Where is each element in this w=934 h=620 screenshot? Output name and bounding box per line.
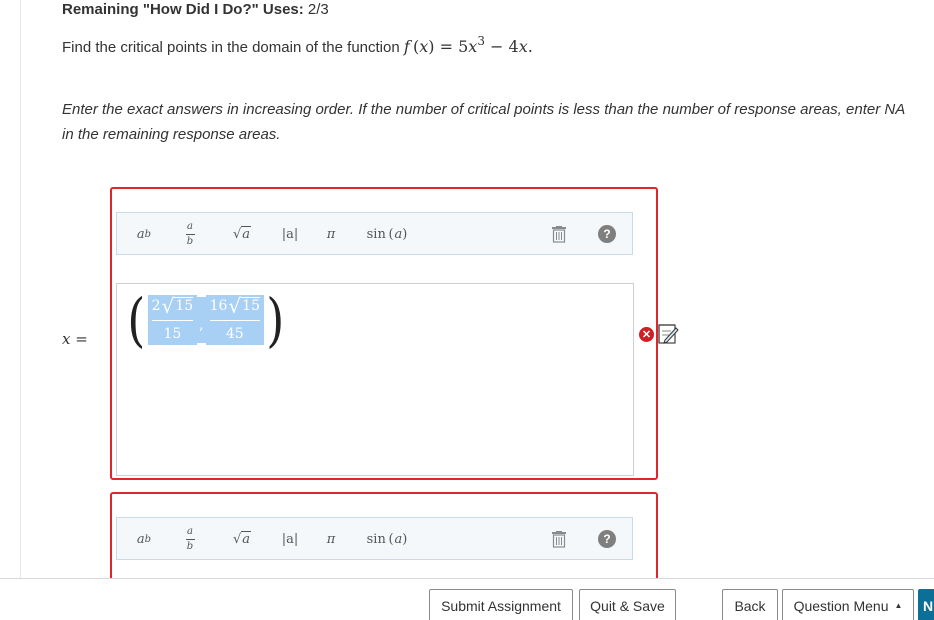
math-toolbar: ab a b √ a |a| π sin (a) ? — [116, 517, 633, 560]
answer-variable: x — [62, 330, 71, 348]
answer-expression: ( 2 √ 15 15 , 16 √ 15 45 ) — [125, 288, 287, 352]
instructions-text: Enter the exact answers in increasing or… — [62, 101, 905, 143]
sqrt-argument: a — [241, 226, 252, 242]
sin-argument: a — [394, 531, 403, 547]
exponent-base: a — [136, 531, 145, 547]
answer-input[interactable]: ( 2 √ 15 15 , 16 √ 15 45 ) — [116, 283, 634, 476]
remaining-uses-label: Remaining "How Did I Do?" Uses: — [62, 1, 304, 18]
response-area-2: ab a b √ a |a| π sin (a) ? — [110, 492, 658, 592]
trash-icon[interactable] — [547, 523, 571, 555]
sin-label: sin — [366, 226, 386, 242]
fraction-bar — [185, 538, 195, 540]
quit-and-save-button[interactable]: Quit & Save — [579, 589, 676, 620]
trash-icon[interactable] — [547, 218, 571, 250]
coefficient-2: 4 — [508, 37, 519, 56]
coefficient-1: 5 — [458, 37, 469, 56]
pi-button[interactable]: π — [316, 218, 346, 250]
fraction-bar — [185, 233, 195, 235]
answer-separator: , — [197, 297, 206, 343]
radical-icon: √ — [228, 294, 242, 318]
fraction-button[interactable]: a b — [175, 523, 205, 555]
help-button[interactable]: ? — [593, 523, 621, 555]
caret-up-icon: ▲ — [894, 601, 903, 610]
fraction-1-coefficient: 2 — [151, 298, 161, 314]
fraction-2-numerator: 16 √ 15 — [209, 294, 260, 318]
answer-label: x = — [62, 330, 88, 348]
fraction-numerator: a — [187, 220, 193, 232]
sqrt-argument: a — [241, 531, 252, 547]
submit-assignment-button[interactable]: Submit Assignment — [429, 589, 573, 620]
function-name: f — [403, 37, 410, 56]
sqrt-button[interactable]: √ a — [222, 218, 262, 250]
left-paren: ( — [127, 286, 146, 354]
sqrt-button[interactable]: √ a — [222, 523, 262, 555]
fraction-numerator: a — [187, 525, 193, 537]
sin-argument: a — [394, 226, 403, 242]
next-button[interactable]: N — [918, 589, 934, 620]
help-button[interactable]: ? — [593, 218, 621, 250]
fraction-2-bar — [209, 320, 260, 321]
footer-bar: Submit Assignment Quit & Save Back Quest… — [0, 578, 934, 620]
answer-fraction-1: 2 √ 15 15 — [147, 294, 198, 345]
help-icon: ? — [598, 530, 616, 548]
pi-button[interactable]: π — [316, 523, 346, 555]
function-variable: x — [419, 37, 429, 56]
absolute-value-button[interactable]: |a| — [272, 218, 308, 250]
radical-icon: √ — [161, 294, 175, 318]
response-area-1: ab a b √ a |a| π sin (a) ? (2 √ 15 15 ,… — [110, 187, 658, 480]
fraction-denominator: b — [186, 235, 194, 247]
back-button[interactable]: Back — [722, 589, 778, 620]
radical-icon: √ — [232, 531, 242, 547]
sin-label: sin — [366, 531, 386, 547]
exponent-power: b — [144, 228, 152, 240]
fraction-2-radicand: 15 — [241, 297, 260, 314]
exponent-power: b — [144, 533, 152, 545]
remaining-uses-value: 2/3 — [307, 1, 329, 18]
fraction-button[interactable]: a b — [175, 218, 205, 250]
equals-sign: = — [75, 330, 88, 348]
exponent-button[interactable]: ab — [127, 218, 161, 250]
help-icon: ? — [598, 225, 616, 243]
question-prompt: Find the critical points in the domain o… — [62, 34, 533, 56]
math-toolbar: ab a b √ a |a| π sin (a) ? — [116, 212, 633, 255]
sin-button[interactable]: sin (a) — [362, 523, 412, 555]
function-expression: f (x) = 5x3 − 4x. — [403, 34, 533, 56]
exponent-button[interactable]: ab — [127, 523, 161, 555]
remaining-uses: Remaining "How Did I Do?" Uses: 2/3 — [62, 1, 329, 18]
right-paren: ) — [266, 286, 285, 354]
period: . — [527, 37, 533, 56]
answer-fraction-2: 16 √ 15 45 — [205, 294, 264, 345]
question-menu-button[interactable]: Question Menu ▲ — [782, 589, 914, 620]
radical-icon: √ — [232, 226, 242, 242]
incorrect-icon: ✕ — [639, 327, 654, 342]
minus-operator: − — [490, 37, 504, 56]
fraction-1-radicand: 15 — [174, 297, 194, 314]
fraction-2-denominator: 45 — [225, 326, 244, 342]
fraction-denominator: b — [186, 540, 194, 552]
fraction-1-bar — [151, 320, 194, 321]
absolute-value-button[interactable]: |a| — [272, 523, 308, 555]
term-1-variable: x — [468, 37, 478, 56]
term-2-variable: x — [518, 37, 528, 56]
edit-note-icon[interactable] — [656, 322, 680, 346]
question-menu-label: Question Menu — [793, 597, 889, 614]
question-text: Find the critical points in the domain o… — [62, 39, 400, 56]
fraction-2-coefficient: 16 — [209, 298, 228, 314]
exponent: 3 — [477, 34, 485, 48]
left-divider — [20, 0, 21, 578]
fraction-1-numerator: 2 √ 15 — [151, 294, 194, 318]
sin-button[interactable]: sin (a) — [362, 218, 412, 250]
exponent-base: a — [136, 226, 145, 242]
fraction-1-denominator: 15 — [163, 326, 182, 342]
